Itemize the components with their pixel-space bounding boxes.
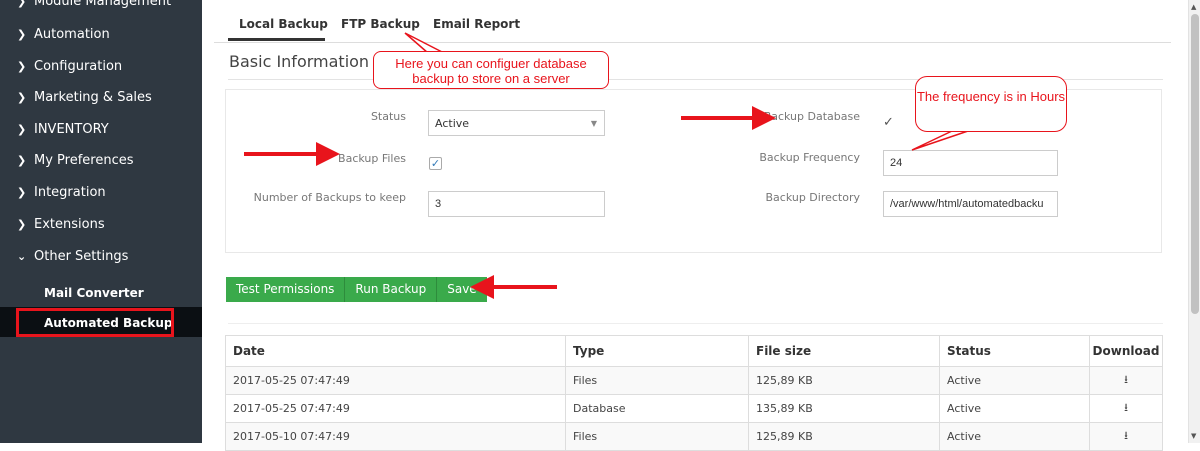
backup-frequency-label: Backup Frequency [759,151,860,164]
download-icon[interactable]: ⭳ [1124,401,1128,414]
download-cell: ⭳ [1089,394,1163,423]
chevron-down-icon: ⌄ [17,250,27,263]
backup-frequency-input[interactable] [883,150,1058,176]
download-icon[interactable]: ⭳ [1124,373,1128,386]
table-row: 2017-05-25 07:47:49 Database 135,89 KB A… [225,394,1163,423]
sidebar-item-label: INVENTORY [34,122,109,137]
chevron-right-icon: ❯ [17,123,27,136]
caret-down-icon: ▼ [590,119,597,128]
section-title: Basic Information [229,52,370,71]
status-select-value: Active [435,117,470,130]
divider [228,323,1163,324]
callout-tail-ftp [404,32,445,54]
tab-ftp-backup[interactable]: FTP Backup [341,17,420,31]
sidebar-item-other-settings[interactable]: ⌄ Other Settings [17,249,128,264]
sidebar-subitem-mail-converter[interactable]: Mail Converter [44,286,144,300]
chevron-right-icon: ❯ [17,91,27,104]
chevron-right-icon: ❯ [17,60,27,73]
annotation-callout-ftp: Here you can configuer database backup t… [373,51,609,89]
active-tab-indicator [228,38,325,41]
save-button[interactable]: Save [437,277,487,302]
sidebar-item-inventory[interactable]: ❯ INVENTORY [17,122,109,137]
scroll-up-arrow-icon[interactable]: ▲ [1191,3,1196,11]
sidebar-item-module-management[interactable]: ❯ Module Management [17,0,171,9]
tabs-divider [214,42,1171,43]
cell-type: Database [565,394,749,423]
chevron-right-icon: ❯ [17,28,27,41]
table-row: 2017-05-25 07:47:49 Files 125,89 KB Acti… [225,366,1163,395]
backup-directory-input[interactable] [883,191,1058,217]
table-header-row: Date Type File size Status Download [225,335,1163,367]
sidebar-item-label: Configuration [34,59,123,74]
page-scrollbar[interactable]: ▲ ▼ [1188,0,1200,443]
backup-database-checkbox[interactable]: ✓ [883,116,896,129]
column-header-date[interactable]: Date [225,335,566,367]
chevron-right-icon: ❯ [17,154,27,167]
action-button-group: Test Permissions Run Backup Save [226,277,487,302]
cell-date: 2017-05-10 07:47:49 [225,422,566,451]
backup-database-label: Backup Database [763,110,860,123]
sidebar-item-configuration[interactable]: ❯ Configuration [17,59,122,74]
checkmark-icon: ✓ [883,115,894,130]
test-permissions-button[interactable]: Test Permissions [226,277,346,302]
sidebar-item-label: Other Settings [34,249,129,264]
sidebar-item-label: My Preferences [34,153,134,168]
sidebar-item-automation[interactable]: ❯ Automation [17,27,110,42]
backup-files-label: Backup Files [338,152,406,165]
sidebar-item-label: Module Management [34,0,172,9]
annotation-highlight-box [16,308,174,337]
scroll-down-arrow-icon[interactable]: ▼ [1191,432,1196,440]
cell-status: Active [939,422,1090,451]
backups-table: Date Type File size Status Download 2017… [225,335,1163,451]
tab-local-backup[interactable]: Local Backup [239,17,328,31]
sidebar-item-label: Extensions [34,217,105,232]
sidebar-item-label: Automation [34,27,110,42]
sidebar-item-integration[interactable]: ❯ Integration [17,185,106,200]
download-cell: ⭳ [1089,366,1163,395]
cell-date: 2017-05-25 07:47:49 [225,366,566,395]
column-header-status[interactable]: Status [939,335,1090,367]
num-backups-label: Number of Backups to keep [253,191,406,204]
cell-type: Files [565,366,749,395]
sidebar-item-my-preferences[interactable]: ❯ My Preferences [17,153,134,168]
sidebar-item-label: Integration [34,185,106,200]
chevron-right-icon: ❯ [17,186,27,199]
checkmark-icon: ✓ [430,157,441,170]
sidebar-item-extensions[interactable]: ❯ Extensions [17,217,105,232]
cell-size: 125,89 KB [748,366,940,395]
num-backups-input[interactable] [428,191,605,217]
cell-status: Active [939,366,1090,395]
chevron-right-icon: ❯ [17,218,27,231]
column-header-file-size[interactable]: File size [748,335,940,367]
table-row: 2017-05-10 07:47:49 Files 125,89 KB Acti… [225,422,1163,451]
cell-size: 135,89 KB [748,394,940,423]
chevron-right-icon: ❯ [17,0,27,8]
status-select[interactable]: Active ▼ [428,110,605,136]
sidebar: ❯ Module Management ❯ Automation ❯ Confi… [0,0,202,443]
sidebar-item-marketing-sales[interactable]: ❯ Marketing & Sales [17,90,152,105]
backup-directory-label: Backup Directory [765,191,860,204]
download-icon[interactable]: ⭳ [1124,429,1128,442]
sidebar-item-label: Marketing & Sales [34,90,152,105]
backup-files-checkbox[interactable]: ✓ [429,157,442,170]
run-backup-button[interactable]: Run Backup [345,277,438,302]
column-header-type[interactable]: Type [565,335,749,367]
cell-date: 2017-05-25 07:47:49 [225,394,566,423]
cell-type: Files [565,422,749,451]
cell-size: 125,89 KB [748,422,940,451]
tab-email-report[interactable]: Email Report [433,17,520,31]
scrollbar-thumb[interactable] [1191,14,1199,314]
column-header-download: Download [1089,335,1163,367]
download-cell: ⭳ [1089,422,1163,451]
annotation-callout-frequency: The frequency is in Hours [915,76,1067,132]
cell-status: Active [939,394,1090,423]
status-label: Status [370,110,406,123]
